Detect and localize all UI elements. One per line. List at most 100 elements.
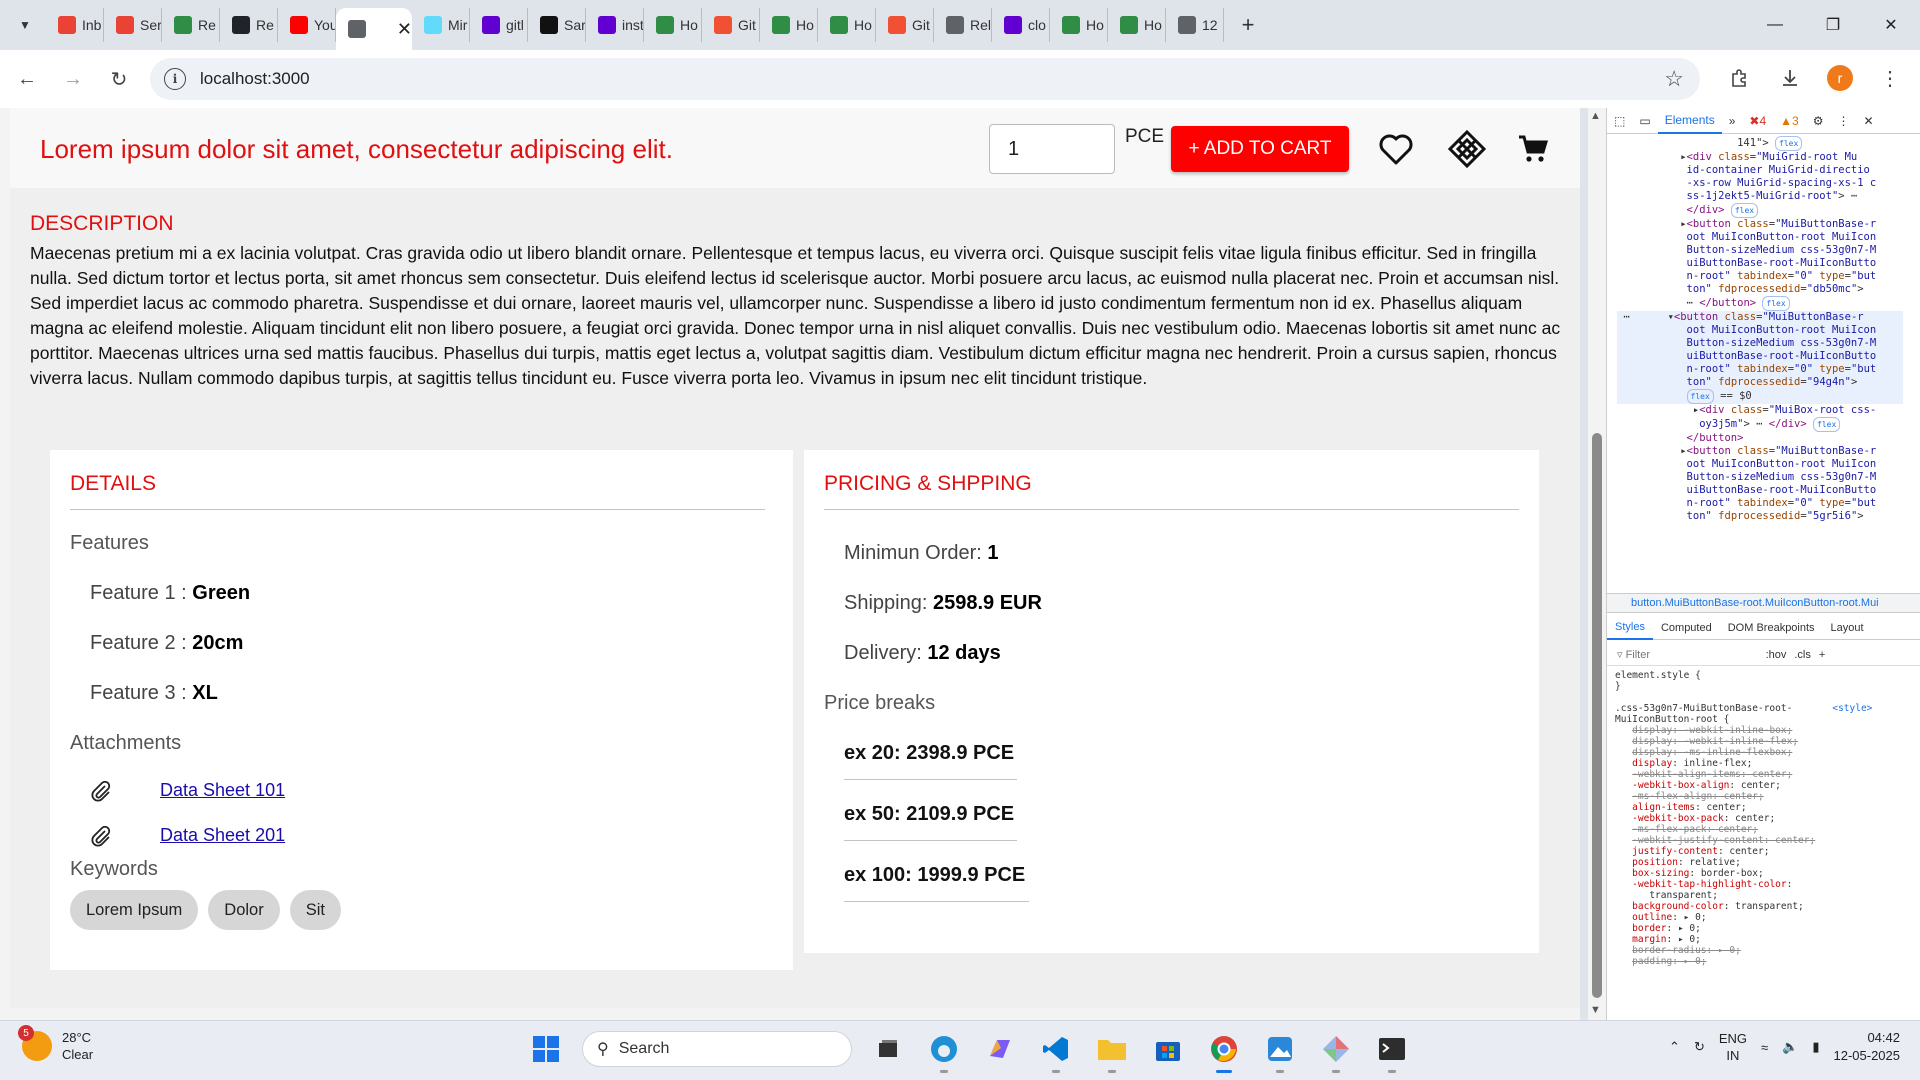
browser-tab[interactable]: Inb [46, 8, 104, 42]
close-devtools-icon[interactable]: ✕ [1857, 108, 1881, 134]
keyword-chip[interactable]: Dolor [208, 890, 280, 930]
chrome-app[interactable] [1204, 1029, 1244, 1073]
windows-logo-icon [533, 1036, 559, 1062]
inspect-icon[interactable]: ⬚ [1607, 108, 1632, 134]
browser-tab[interactable]: gitl [470, 8, 528, 42]
compare-button[interactable] [1444, 126, 1490, 172]
description-text: Maecenas pretium mi a ex lacinia volutpa… [30, 243, 1561, 388]
wifi-icon[interactable]: ≈ [1761, 1040, 1768, 1055]
start-button[interactable] [526, 1029, 566, 1069]
tab-title: Rel [970, 17, 991, 33]
browser-tab[interactable]: Ho [1050, 8, 1108, 42]
favorite-button[interactable] [1373, 126, 1419, 172]
browser-menu-icon[interactable]: ⋮ [1872, 60, 1908, 96]
scroll-down-icon[interactable]: ▼ [1590, 1004, 1601, 1016]
device-toggle-icon[interactable]: ▭ [1632, 108, 1657, 134]
sync-icon[interactable]: ↻ [1694, 1039, 1705, 1055]
chevron-up-icon[interactable]: ⌃ [1669, 1039, 1680, 1055]
add-to-cart-button[interactable]: + ADD TO CART [1171, 126, 1349, 172]
volume-icon[interactable]: 🔈 [1782, 1039, 1798, 1055]
page-scrollbar[interactable]: ▲ ▼ [1588, 108, 1606, 1020]
browser-tab[interactable]: Git [876, 8, 934, 42]
reload-button[interactable]: ↻ [100, 60, 138, 98]
terminal-app[interactable] [1372, 1029, 1412, 1073]
browser-tab[interactable]: Git [702, 8, 760, 42]
attachment-link[interactable]: Data Sheet 201 [160, 825, 285, 846]
browser-tab[interactable]: 12 [1166, 8, 1224, 42]
download-icon[interactable] [1772, 60, 1808, 96]
browser-tab[interactable]: Rel [934, 8, 992, 42]
copilot-app[interactable] [980, 1029, 1020, 1069]
tab-styles[interactable]: Styles [1607, 616, 1653, 640]
warning-count[interactable]: ▲ 3 [1773, 108, 1806, 134]
close-tab-icon[interactable]: ✕ [397, 19, 412, 40]
extensions-icon[interactable] [1722, 60, 1758, 96]
browser-tab[interactable]: clo [992, 8, 1050, 42]
photos-app[interactable] [1260, 1029, 1300, 1073]
new-tab-button[interactable]: + [1232, 9, 1264, 41]
browser-tab[interactable]: Ho [760, 8, 818, 42]
taskbar-search[interactable]: ⚲ Search [582, 1031, 852, 1067]
bookmark-star-icon[interactable]: ☆ [1664, 66, 1684, 92]
clock[interactable]: 04:42 12-05-2025 [1834, 1029, 1901, 1065]
cls-toggle[interactable]: .cls [1794, 649, 1811, 661]
scrollbar-thumb[interactable] [1592, 433, 1602, 998]
devtools-breadcrumb[interactable]: button.MuiButtonBase-root.MuiIconButton-… [1607, 593, 1920, 613]
edge-app[interactable] [924, 1029, 964, 1073]
address-url[interactable]: localhost:3000 [200, 69, 310, 89]
forward-button[interactable]: → [54, 60, 92, 98]
site-info-icon[interactable]: i [164, 68, 186, 90]
keyword-chip[interactable]: Lorem Ipsum [70, 890, 199, 930]
attachments-label: Attachments [70, 732, 182, 754]
task-view-button[interactable] [868, 1029, 908, 1069]
browser-tab[interactable]: ✕ [336, 8, 412, 50]
settings-gear-icon[interactable]: ⚙ [1806, 108, 1831, 134]
devtools-menu-icon[interactable]: ⋮ [1831, 108, 1857, 134]
browser-tab[interactable]: Ho [1108, 8, 1166, 42]
attachment-link[interactable]: Data Sheet 101 [160, 780, 285, 801]
battery-icon[interactable]: ▮ [1812, 1039, 1819, 1055]
tab-search-button[interactable]: ▼ [10, 10, 40, 40]
scroll-up-icon[interactable]: ▲ [1590, 110, 1601, 122]
react-icon [424, 16, 442, 34]
vscode-app[interactable] [1036, 1029, 1076, 1073]
tab-layout[interactable]: Layout [1823, 616, 1872, 640]
tab-elements[interactable]: Elements [1657, 108, 1722, 134]
browser-tab[interactable]: Mir [412, 8, 470, 42]
tab-title: 12 [1202, 17, 1218, 33]
tab-dom-breakpoints[interactable]: DOM Breakpoints [1720, 616, 1823, 640]
browser-tab[interactable]: Ho [818, 8, 876, 42]
more-tabs-icon[interactable]: » [1722, 108, 1743, 134]
git-app[interactable] [1316, 1029, 1356, 1073]
add-rule-icon[interactable]: + [1819, 649, 1825, 661]
weather-widget[interactable]: 5 28°C Clear [18, 1025, 93, 1063]
browser-tab[interactable]: inst [586, 8, 644, 42]
gmail-icon [116, 16, 134, 34]
language-indicator[interactable]: ENG IN [1719, 1030, 1747, 1064]
browser-tab[interactable]: Ho [644, 8, 702, 42]
pricing-heading: PRICING & SHPPING [824, 472, 1032, 495]
hov-toggle[interactable]: :hov [1766, 649, 1787, 661]
profile-button[interactable]: r [1822, 60, 1858, 96]
quantity-input[interactable]: 1 [989, 124, 1115, 174]
browser-tab[interactable]: Re [220, 8, 278, 42]
tab-computed[interactable]: Computed [1653, 616, 1720, 640]
keyword-chip[interactable]: Sit [289, 890, 341, 930]
browser-tab[interactable]: Ser [104, 8, 162, 42]
styles-filter-input[interactable]: Filter [1626, 649, 1766, 661]
browser-tab[interactable]: You [278, 8, 336, 42]
minimize-button[interactable]: — [1746, 0, 1804, 50]
address-bar[interactable]: i localhost:3000 ☆ [150, 58, 1700, 100]
store-app[interactable] [1148, 1029, 1188, 1069]
geeksforgeeks-icon [656, 16, 674, 34]
browser-tab[interactable]: Re [162, 8, 220, 42]
close-window-button[interactable]: ✕ [1862, 0, 1920, 50]
browser-tab[interactable]: Sar [528, 8, 586, 42]
styles-rules[interactable]: element.style { } .css-53g0n7-MuiButtonB… [1607, 670, 1903, 967]
error-count[interactable]: ✖ 4 [1742, 108, 1773, 134]
back-button[interactable]: ← [8, 60, 46, 98]
restore-button[interactable]: ❐ [1804, 0, 1862, 50]
pricing-card: PRICING & SHPPING Minimun Order: 1 Shipp… [804, 450, 1539, 953]
file-explorer-app[interactable] [1092, 1029, 1132, 1073]
cart-button[interactable] [1510, 126, 1556, 172]
